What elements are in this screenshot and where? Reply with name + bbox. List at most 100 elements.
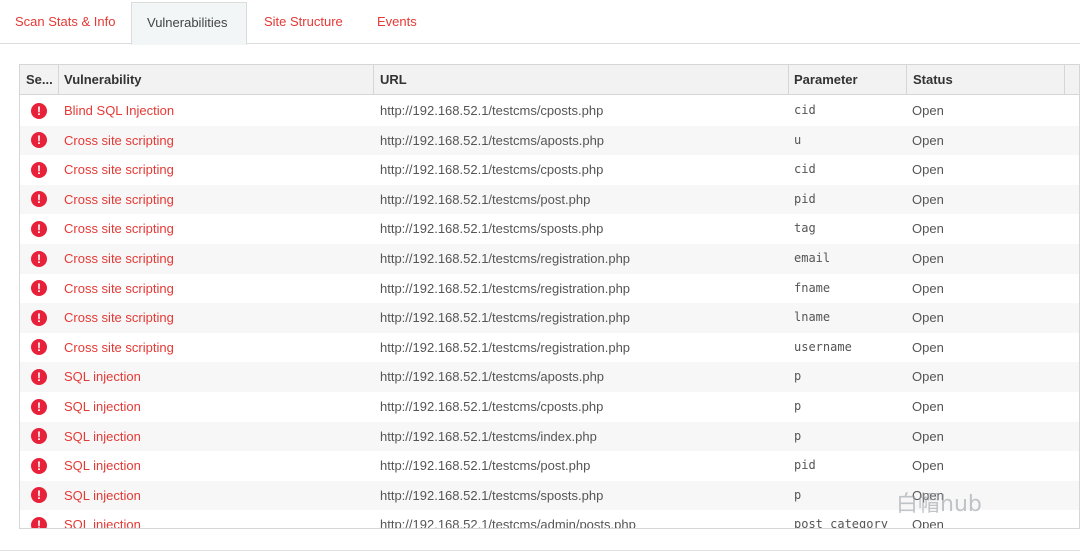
url-cell: http://192.168.52.1/testcms/registration… — [380, 339, 631, 355]
url-cell: http://192.168.52.1/testcms/admin/posts.… — [380, 517, 636, 529]
divider — [0, 550, 1080, 551]
table-row[interactable]: ! SQL injection http://192.168.52.1/testcm… — [20, 451, 1079, 481]
column-header-parameter[interactable]: Parameter — [789, 65, 907, 95]
severity-cell: ! — [20, 422, 58, 452]
table-row[interactable]: ! Cross site scripting http://192.168.52.1… — [20, 243, 1079, 274]
table-row[interactable]: ! Cross site scripting http://192.168.52.1… — [20, 333, 1079, 363]
severity-cell: ! — [20, 362, 58, 392]
vulnerability-cell[interactable]: Cross site scripting — [64, 155, 374, 185]
parameter-cell: cid — [794, 103, 816, 117]
severity-cell: ! — [20, 155, 58, 185]
status-cell: Open — [912, 458, 944, 474]
parameter-cell: email — [794, 250, 831, 265]
tab-scan-stats[interactable]: Scan Stats & Info — [0, 2, 130, 44]
table-row[interactable]: ! Cross site scripting http://192.168.52.1… — [20, 303, 1079, 333]
vulnerability-cell[interactable]: Cross site scripting — [64, 303, 374, 333]
url-cell: http://192.168.52.1/testcms/sposts.php — [380, 487, 604, 503]
status-cell: Open — [912, 103, 944, 118]
table-row[interactable]: ! Cross site scripting http://192.168.52.1… — [20, 184, 1079, 215]
status-cell: Open — [912, 132, 944, 148]
severity-cell: ! — [20, 185, 58, 215]
table-row[interactable]: ! SQL injection http://192.168.52.1/testcm… — [20, 421, 1079, 452]
severity-cell: ! — [20, 451, 58, 481]
parameter-cell: u — [794, 132, 802, 147]
status-cell: Open — [912, 191, 944, 207]
column-header-url[interactable]: URL — [374, 65, 789, 95]
vulnerability-cell[interactable]: SQL injection — [64, 422, 374, 452]
parameter-cell: pid — [794, 191, 816, 206]
column-header-status[interactable]: Status — [907, 65, 1065, 95]
severity-high-icon: ! — [31, 339, 47, 356]
status-cell: Open — [912, 339, 944, 355]
parameter-cell: p — [794, 369, 802, 384]
severity-cell: ! — [20, 214, 58, 244]
url-cell: http://192.168.52.1/testcms/cposts.php — [380, 398, 604, 414]
url-cell: http://192.168.52.1/testcms/post.php — [380, 458, 591, 474]
severity-high-icon: ! — [31, 191, 47, 208]
severity-high-icon: ! — [31, 250, 47, 267]
table-row[interactable]: ! Cross site scripting http://192.168.52.1… — [20, 274, 1079, 304]
table-row[interactable]: ! Cross site scripting http://192.168.52.1… — [20, 214, 1079, 244]
vulnerability-cell[interactable]: Blind SQL Injection — [64, 96, 374, 126]
vulnerability-cell[interactable]: Cross site scripting — [64, 126, 374, 156]
column-header-severity[interactable]: Se... — [20, 65, 59, 95]
parameter-cell: fname — [794, 280, 831, 295]
severity-high-icon: ! — [31, 161, 47, 178]
severity-high-icon: ! — [31, 368, 47, 385]
parameter-cell: pid — [794, 458, 816, 473]
severity-cell: ! — [20, 244, 58, 274]
table-row[interactable]: ! SQL injection http://192.168.52.1/testcm… — [20, 362, 1079, 392]
url-cell: http://192.168.52.1/testcms/cposts.php — [380, 162, 604, 178]
severity-high-icon: ! — [31, 516, 47, 528]
table-row[interactable]: ! Cross site scripting http://192.168.52.1… — [20, 125, 1079, 156]
table-row[interactable]: ! Blind SQL Injection http://192.168.52.1/… — [20, 96, 1079, 126]
status-cell: Open — [912, 369, 944, 385]
status-cell: Open — [912, 310, 944, 326]
parameter-cell: post_category — [794, 517, 888, 529]
severity-high-icon: ! — [31, 132, 47, 149]
table-row[interactable]: ! Cross site scripting http://192.168.52.1… — [20, 155, 1079, 185]
parameter-cell: p — [794, 487, 802, 502]
parameter-cell: p — [794, 428, 802, 443]
severity-high-icon: ! — [31, 102, 47, 119]
url-cell: http://192.168.52.1/testcms/registration… — [380, 310, 631, 326]
severity-high-icon: ! — [31, 280, 47, 297]
column-header-vulnerability[interactable]: Vulnerability — [59, 65, 374, 95]
watermark-text: 白帽hub — [896, 492, 982, 517]
severity-cell: ! — [20, 96, 58, 126]
vulnerability-cell[interactable]: SQL injection — [64, 510, 374, 528]
url-cell: http://192.168.52.1/testcms/registration… — [380, 280, 631, 296]
vulnerability-cell[interactable]: SQL injection — [64, 481, 374, 511]
severity-cell: ! — [20, 392, 58, 422]
url-cell: http://192.168.52.1/testcms/aposts.php — [380, 132, 605, 148]
status-cell: Open — [912, 250, 944, 266]
parameter-cell: tag — [794, 221, 816, 236]
parameter-cell: cid — [794, 162, 816, 177]
vulnerability-cell[interactable]: Cross site scripting — [64, 244, 374, 274]
tab-bar: Scan Stats & Info Vulnerabilities Site S… — [0, 0, 1080, 45]
tab-vulnerabilities[interactable]: Vulnerabilities — [131, 2, 247, 45]
severity-high-icon: ! — [31, 309, 47, 326]
severity-cell: ! — [20, 303, 58, 333]
status-cell: Open — [912, 221, 944, 237]
vulnerability-cell[interactable]: Cross site scripting — [64, 214, 374, 244]
severity-high-icon: ! — [31, 487, 47, 504]
vulnerability-cell[interactable]: SQL injection — [64, 392, 374, 422]
table-row[interactable]: ! SQL injection http://192.168.52.1/testcm… — [20, 392, 1079, 422]
severity-high-icon: ! — [31, 398, 47, 415]
tab-site-structure[interactable]: Site Structure — [249, 2, 358, 44]
vulnerability-cell[interactable]: Cross site scripting — [64, 333, 374, 363]
url-cell: http://192.168.52.1/testcms/index.php — [380, 428, 597, 444]
tab-events[interactable]: Events — [362, 2, 432, 44]
vulnerability-cell[interactable]: Cross site scripting — [64, 274, 374, 304]
status-cell: Open — [912, 428, 944, 444]
vulnerability-cell[interactable]: SQL injection — [64, 451, 374, 481]
severity-cell: ! — [20, 274, 58, 304]
severity-cell: ! — [20, 510, 58, 528]
severity-cell: ! — [20, 481, 58, 511]
status-cell: Open — [912, 280, 944, 296]
parameter-cell: username — [794, 339, 852, 354]
vulnerability-cell[interactable]: Cross site scripting — [64, 185, 374, 215]
url-cell: http://192.168.52.1/testcms/cposts.php — [380, 103, 604, 118]
vulnerability-cell[interactable]: SQL injection — [64, 362, 374, 392]
